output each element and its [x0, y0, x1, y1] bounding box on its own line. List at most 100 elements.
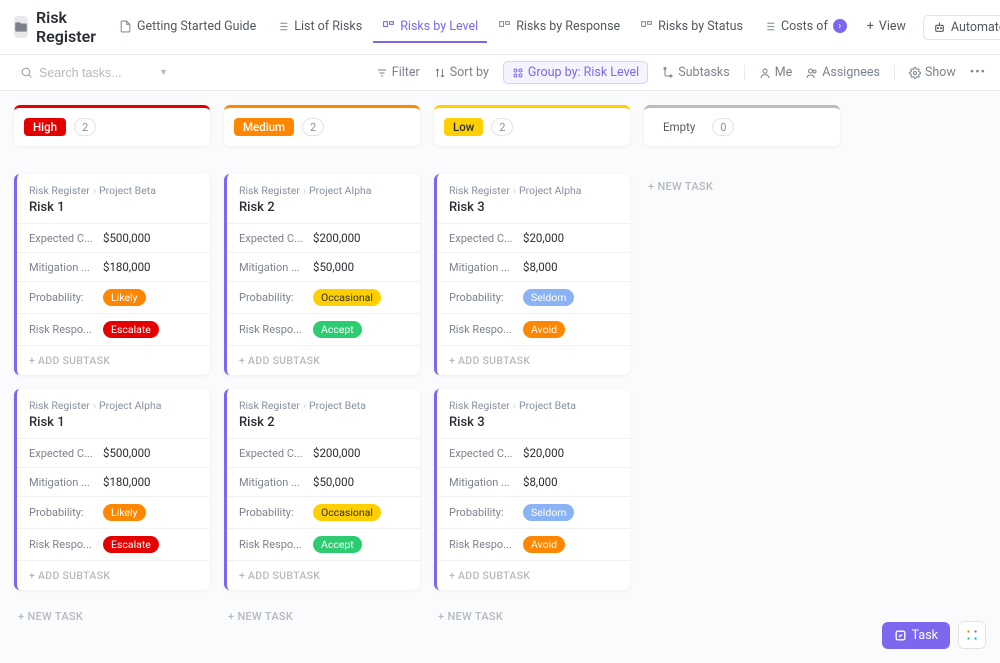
expected-cost-value: $200,000	[313, 446, 361, 460]
add-subtask-button[interactable]: + ADD SUBTASK	[227, 560, 420, 590]
apps-button[interactable]	[958, 621, 986, 649]
task-card[interactable]: Risk Register›Project Alpha Risk 2 Expec…	[224, 174, 420, 375]
field-label: Probability:	[449, 506, 517, 519]
sort-icon	[434, 67, 446, 79]
field-label: Expected C...	[29, 232, 97, 245]
response-tag: Accept	[313, 321, 362, 338]
tab-costs-of[interactable]: Costs of ›	[754, 12, 856, 43]
response-tag: Avoid	[523, 321, 565, 338]
field-label: Mitigation ...	[29, 476, 97, 489]
tab-getting-started[interactable]: Getting Started Guide	[110, 12, 265, 43]
search-container: ▼	[14, 62, 174, 84]
new-task-button[interactable]: + NEW TASK	[434, 604, 630, 629]
task-card[interactable]: Risk Register›Project Alpha Risk 1 Expec…	[14, 389, 210, 590]
field-label: Risk Respo...	[29, 323, 97, 336]
subtasks-label: Subtasks	[678, 65, 729, 80]
mitigation-value: $8,000	[523, 475, 558, 489]
column-header[interactable]: Medium2	[224, 105, 420, 146]
column-high: High2 Risk Register›Project Beta Risk 1 …	[14, 105, 210, 629]
task-card[interactable]: Risk Register›Project Beta Risk 2 Expect…	[224, 389, 420, 590]
probability-tag: Likely	[103, 504, 146, 521]
task-icon	[894, 629, 907, 642]
probability-tag: Likely	[103, 289, 146, 306]
add-subtask-button[interactable]: + ADD SUBTASK	[437, 560, 630, 590]
field-label: Probability:	[449, 291, 517, 304]
new-task-button[interactable]: + NEW TASK	[224, 604, 420, 629]
mitigation-value: $180,000	[103, 260, 151, 274]
subtask-icon	[662, 67, 674, 79]
new-task-fab[interactable]: Task	[882, 622, 950, 649]
task-card[interactable]: Risk Register›Project Beta Risk 3 Expect…	[434, 389, 630, 590]
mitigation-value: $50,000	[313, 260, 354, 274]
tab-list-of-risks[interactable]: List of Risks	[267, 12, 371, 43]
field-label: Probability:	[239, 291, 307, 304]
more-tabs-indicator[interactable]: ›	[833, 19, 847, 33]
column-medium: Medium2 Risk Register›Project Alpha Risk…	[224, 105, 420, 629]
add-subtask-button[interactable]: + ADD SUBTASK	[227, 345, 420, 375]
add-subtask-button[interactable]: + ADD SUBTASK	[437, 345, 630, 375]
list-icon	[276, 20, 289, 33]
probability-tag: Occasional	[313, 289, 381, 306]
me-button[interactable]: Me	[744, 65, 793, 80]
add-subtask-button[interactable]: + ADD SUBTASK	[17, 345, 210, 375]
column-label: Medium	[234, 118, 294, 136]
mitigation-value: $180,000	[103, 475, 151, 489]
field-label: Risk Respo...	[449, 323, 517, 336]
expected-cost-value: $500,000	[103, 446, 151, 460]
field-label: Probability:	[29, 291, 97, 304]
card-title: Risk 2	[239, 415, 408, 430]
field-label: Expected C...	[239, 447, 307, 460]
tab-label: Costs of	[781, 19, 828, 34]
tab-label: Risks by Level	[400, 19, 478, 34]
expected-cost-value: $500,000	[103, 231, 151, 245]
tab-risks-by-level[interactable]: Risks by Level	[373, 12, 487, 43]
column-header[interactable]: Low2	[434, 105, 630, 146]
sort-button[interactable]: Sort by	[434, 65, 489, 80]
tab-risks-by-response[interactable]: Risks by Response	[489, 12, 629, 43]
field-label: Expected C...	[29, 447, 97, 460]
column-label: Empty	[654, 118, 704, 136]
new-task-button[interactable]: + NEW TASK	[644, 174, 840, 199]
chevron-down-icon[interactable]: ▼	[159, 67, 168, 78]
group-icon	[512, 67, 524, 79]
probability-tag: Occasional	[313, 504, 381, 521]
doc-icon	[119, 20, 132, 33]
column-header[interactable]: Empty 0	[644, 105, 840, 146]
new-task-button[interactable]: + NEW TASK	[14, 604, 210, 629]
subtasks-button[interactable]: Subtasks	[662, 65, 729, 80]
response-tag: Escalate	[103, 321, 159, 338]
tab-label: Risks by Response	[516, 19, 620, 34]
assignees-button[interactable]: Assignees	[806, 65, 880, 80]
list-icon	[763, 20, 776, 33]
automate-button[interactable]: Automate ▼	[923, 15, 1000, 40]
filter-button[interactable]: Filter	[376, 65, 420, 80]
add-view-button[interactable]: + View	[858, 12, 915, 43]
robot-icon	[933, 21, 946, 34]
automate-label: Automate	[951, 20, 1000, 35]
task-card[interactable]: Risk Register›Project Alpha Risk 3 Expec…	[434, 174, 630, 375]
toolbar-right: Filter Sort by Group by: Risk Level Subt…	[376, 61, 986, 84]
column-count: 0	[712, 118, 734, 136]
group-by-button[interactable]: Group by: Risk Level	[503, 61, 648, 84]
field-label: Expected C...	[239, 232, 307, 245]
show-button[interactable]: Show	[894, 65, 956, 80]
search-input[interactable]	[39, 66, 151, 80]
probability-tag: Seldom	[523, 504, 574, 521]
column-low: Low2 Risk Register›Project Alpha Risk 3 …	[434, 105, 630, 629]
breadcrumb: Risk Register›Project Beta	[239, 399, 408, 412]
tab-risks-by-status[interactable]: Risks by Status	[631, 12, 752, 43]
board-icon	[498, 20, 511, 33]
add-subtask-button[interactable]: + ADD SUBTASK	[17, 560, 210, 590]
card-title: Risk 2	[239, 200, 408, 215]
field-label: Risk Respo...	[239, 323, 307, 336]
more-icon[interactable]: •••	[970, 65, 986, 80]
response-tag: Accept	[313, 536, 362, 553]
column-header[interactable]: High2	[14, 105, 210, 146]
field-label: Expected C...	[449, 447, 517, 460]
task-label: Task	[912, 628, 938, 643]
header-right: Automate ▼ Share	[923, 15, 1000, 40]
task-card[interactable]: Risk Register›Project Beta Risk 1 Expect…	[14, 174, 210, 375]
column-count: 2	[74, 118, 96, 136]
breadcrumb: Risk Register›Project Alpha	[29, 399, 198, 412]
card-title: Risk 3	[449, 415, 618, 430]
